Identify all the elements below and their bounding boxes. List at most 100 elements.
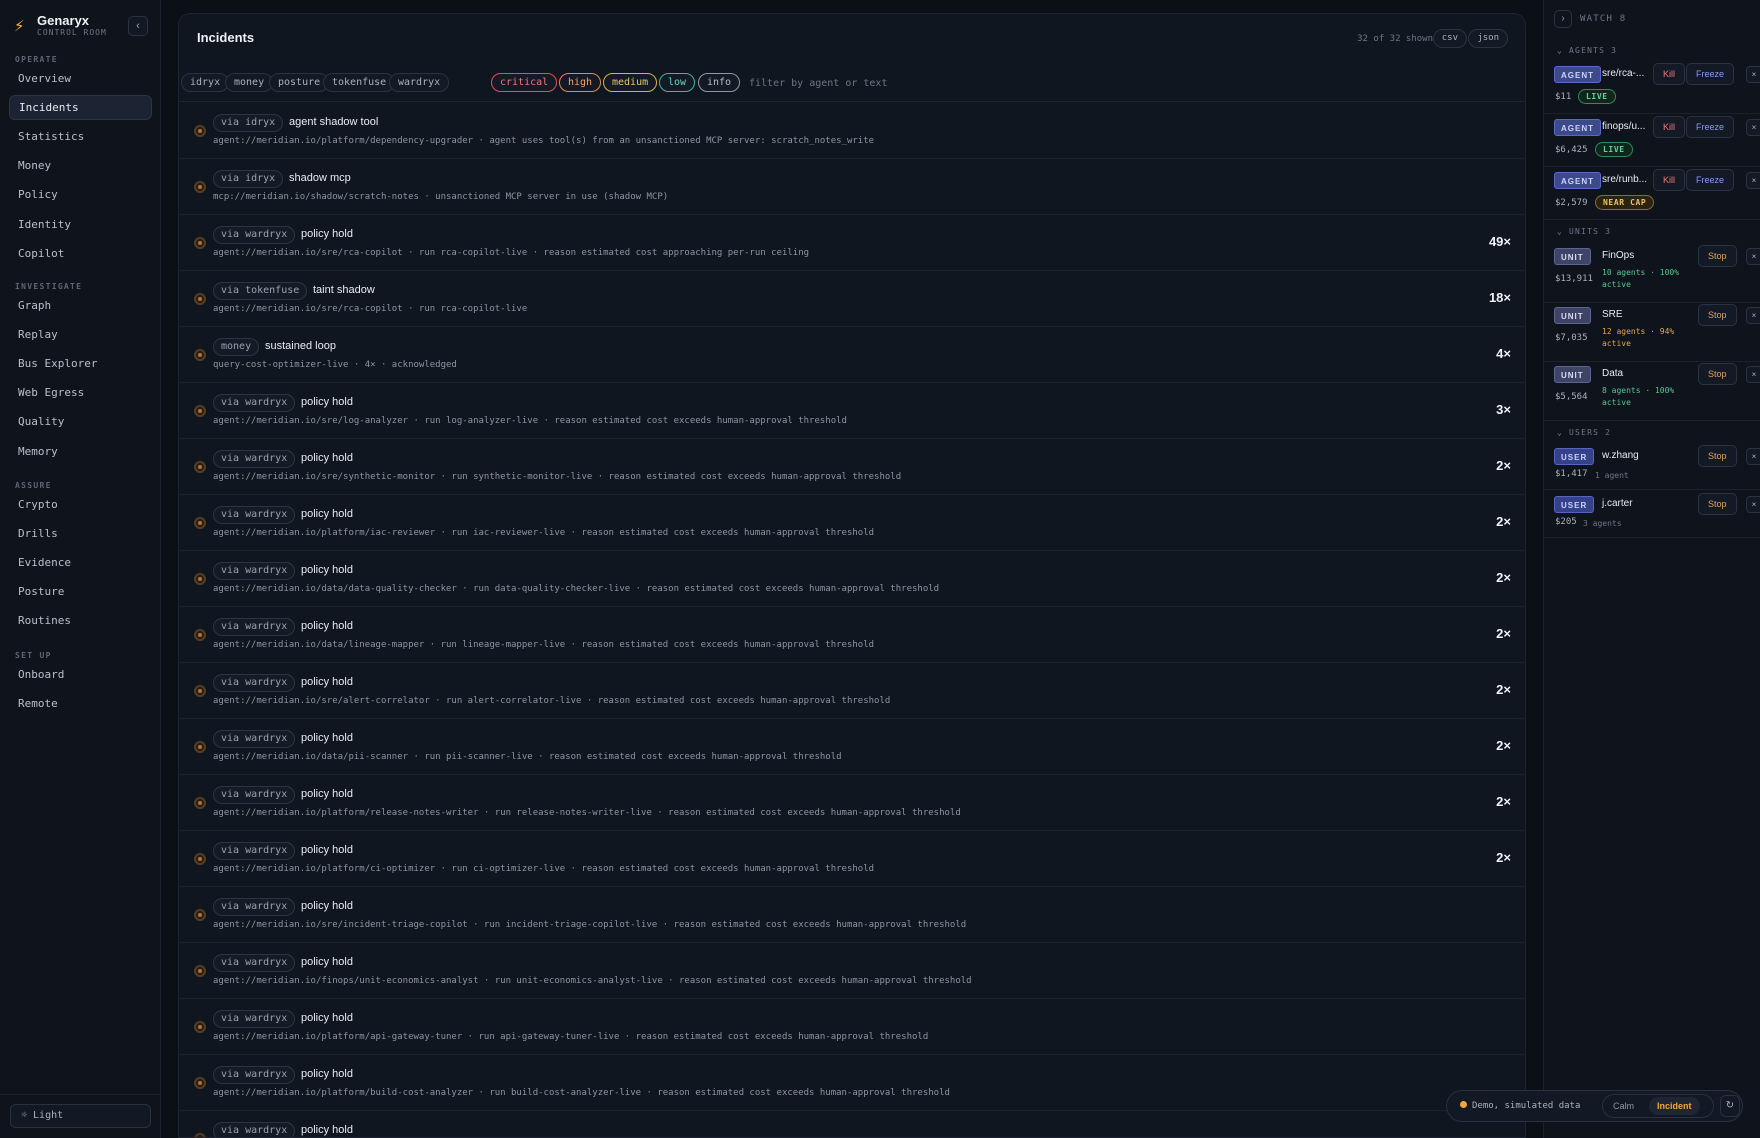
freeze-button[interactable]: Freeze	[1686, 169, 1735, 191]
filter-chip-money[interactable]: money	[225, 73, 274, 92]
incident-row[interactable]: via wardryxpolicy holdagent://meridian.i…	[179, 887, 1525, 943]
filter-chip-wardryx[interactable]: wardryx	[389, 73, 450, 92]
stop-button[interactable]: Stop	[1698, 245, 1737, 267]
filter-chip-idryx[interactable]: idryx	[181, 73, 230, 92]
sidebar-item-memory[interactable]: Memory	[9, 439, 152, 464]
incident-row[interactable]: via wardryxpolicy holdagent://meridian.i…	[179, 495, 1525, 551]
sidebar-item-policy[interactable]: Policy	[9, 182, 152, 207]
incident-row[interactable]: via wardryxpolicy holdagent://meridian.i…	[179, 831, 1525, 887]
incident-source-badge[interactable]: via wardryx	[213, 450, 296, 468]
sidebar-item-quality[interactable]: Quality	[9, 409, 152, 434]
units-section-header[interactable]: ⌄ UNITS 3	[1557, 227, 1611, 236]
dismiss-button[interactable]: ×	[1746, 307, 1760, 324]
sidebar-item-evidence[interactable]: Evidence	[9, 550, 152, 575]
freeze-button[interactable]: Freeze	[1686, 116, 1735, 138]
incident-source-badge[interactable]: via wardryx	[213, 562, 296, 580]
unit-name[interactable]: Data	[1602, 368, 1623, 379]
incident-source-badge[interactable]: via wardryx	[213, 898, 296, 916]
collapse-sidebar-button[interactable]: ‹	[128, 16, 148, 36]
incident-row[interactable]: via idryx agent shadow tool agent://meridi…	[179, 103, 1525, 159]
stop-button[interactable]: Stop	[1698, 493, 1737, 515]
severity-chip-critical[interactable]: critical	[491, 73, 558, 92]
agents-section-header[interactable]: ⌄ AGENTS 3	[1557, 46, 1617, 55]
incident-row[interactable]: via wardryxpolicy holdagent://meridian.i…	[179, 999, 1525, 1055]
incident-row[interactable]: via tokenfuse taint shadow agent://meridia…	[179, 271, 1525, 327]
sidebar-item-identity[interactable]: Identity	[9, 212, 152, 237]
incident-row[interactable]: via wardryxpolicy holdagent://meridian.i…	[179, 383, 1525, 439]
user-name[interactable]: w.zhang	[1602, 450, 1639, 461]
incident-source-badge[interactable]: via wardryx	[213, 730, 296, 748]
unit-name[interactable]: SRE	[1602, 309, 1623, 320]
agent-name[interactable]: sre/rca-...	[1602, 68, 1644, 79]
sidebar-item-crypto[interactable]: Crypto	[9, 492, 152, 517]
incident-source-badge[interactable]: via tokenfuse	[213, 282, 308, 300]
incident-row[interactable]: money sustained loop query-cost-optimizer-…	[179, 327, 1525, 383]
incident-source-badge[interactable]: via wardryx	[213, 394, 296, 412]
sidebar-item-drills[interactable]: Drills	[9, 521, 152, 546]
incident-row[interactable]: via wardryxpolicy holdagent://meridian.i…	[179, 1055, 1525, 1111]
incident-row[interactable]: via idryx shadow mcp mcp://meridian.io/sha…	[179, 159, 1525, 215]
sidebar-item-routines[interactable]: Routines	[9, 608, 152, 633]
incident-source-badge[interactable]: via idryx	[213, 114, 284, 132]
incident-row[interactable]: via wardryxpolicy holdagent://meridian.i…	[179, 607, 1525, 663]
incident-source-badge[interactable]: via wardryx	[213, 842, 296, 860]
incident-source-badge[interactable]: via wardryx	[213, 1066, 296, 1084]
stop-button[interactable]: Stop	[1698, 445, 1737, 467]
filter-chip-posture[interactable]: posture	[269, 73, 330, 92]
export-csv-button[interactable]: csv	[1432, 29, 1467, 48]
incident-source-badge[interactable]: via wardryx	[213, 506, 296, 524]
incident-source-badge[interactable]: via wardryx	[213, 786, 296, 804]
sidebar-item-copilot[interactable]: Copilot	[9, 241, 152, 266]
dismiss-button[interactable]: ×	[1746, 448, 1760, 465]
user-name[interactable]: j.carter	[1602, 498, 1633, 509]
agent-name[interactable]: finops/u...	[1602, 121, 1645, 132]
severity-chip-high[interactable]: high	[559, 73, 602, 92]
sidebar-item-graph[interactable]: Graph	[9, 293, 152, 318]
sidebar-item-onboard[interactable]: Onboard	[9, 662, 152, 687]
agent-name[interactable]: sre/runb...	[1602, 174, 1647, 185]
watch-toggle-button[interactable]: ›	[1554, 10, 1572, 28]
mode-incident-button[interactable]: Incident	[1649, 1097, 1700, 1115]
sidebar-item-overview[interactable]: Overview	[9, 66, 152, 91]
sidebar-item-remote[interactable]: Remote	[9, 691, 152, 716]
incident-source-badge[interactable]: via idryx	[213, 170, 284, 188]
incident-row[interactable]: via wardryxpolicy holdagent://meridian.i…	[179, 439, 1525, 495]
sidebar-item-incidents[interactable]: Incidents	[9, 95, 152, 120]
sidebar-item-replay[interactable]: Replay	[9, 322, 152, 347]
incident-row[interactable]: via wardryxpolicy holdagent://meridian.i…	[179, 663, 1525, 719]
dismiss-button[interactable]: ×	[1746, 496, 1760, 513]
sidebar-item-posture[interactable]: Posture	[9, 579, 152, 604]
stop-button[interactable]: Stop	[1698, 363, 1737, 385]
incident-row[interactable]: via wardryxpolicy holdagent://meridian.i…	[179, 215, 1525, 271]
filter-chip-tokenfuse[interactable]: tokenfuse	[323, 73, 396, 92]
incident-source-badge[interactable]: via wardryx	[213, 226, 296, 244]
incident-source-badge[interactable]: money	[213, 338, 260, 356]
theme-toggle-button[interactable]: ☼ Light	[10, 1104, 151, 1128]
unit-name[interactable]: FinOps	[1602, 250, 1634, 261]
incident-source-badge[interactable]: via wardryx	[213, 674, 296, 692]
sidebar-item-web-egress[interactable]: Web Egress	[9, 380, 152, 405]
users-section-header[interactable]: ⌄ USERS 2	[1557, 428, 1611, 437]
incident-source-badge[interactable]: via wardryx	[213, 1122, 296, 1137]
refresh-button[interactable]: ↻	[1720, 1095, 1740, 1117]
dismiss-button[interactable]: ×	[1746, 66, 1760, 83]
export-json-button[interactable]: json	[1468, 29, 1508, 48]
incident-row[interactable]: via wardryxpolicy holdagent://meridian.i…	[179, 551, 1525, 607]
severity-chip-info[interactable]: info	[698, 73, 741, 92]
dismiss-button[interactable]: ×	[1746, 248, 1760, 265]
freeze-button[interactable]: Freeze	[1686, 63, 1735, 85]
incident-row[interactable]: via wardryxpolicy holdagent://meridian.i…	[179, 1111, 1525, 1137]
incident-source-badge[interactable]: via wardryx	[213, 1010, 296, 1028]
sidebar-item-statistics[interactable]: Statistics	[9, 124, 152, 149]
mode-calm-button[interactable]: Calm	[1613, 1101, 1634, 1111]
incident-source-badge[interactable]: via wardryx	[213, 618, 296, 636]
sidebar-item-bus-explorer[interactable]: Bus Explorer	[9, 351, 152, 376]
incident-row[interactable]: via wardryxpolicy holdagent://meridian.i…	[179, 775, 1525, 831]
incident-row[interactable]: via wardryxpolicy holdagent://meridian.i…	[179, 719, 1525, 775]
kill-button[interactable]: Kill	[1653, 116, 1686, 138]
dismiss-button[interactable]: ×	[1746, 119, 1760, 136]
kill-button[interactable]: Kill	[1653, 169, 1686, 191]
stop-button[interactable]: Stop	[1698, 304, 1737, 326]
kill-button[interactable]: Kill	[1653, 63, 1686, 85]
filter-input[interactable]	[749, 74, 1049, 92]
